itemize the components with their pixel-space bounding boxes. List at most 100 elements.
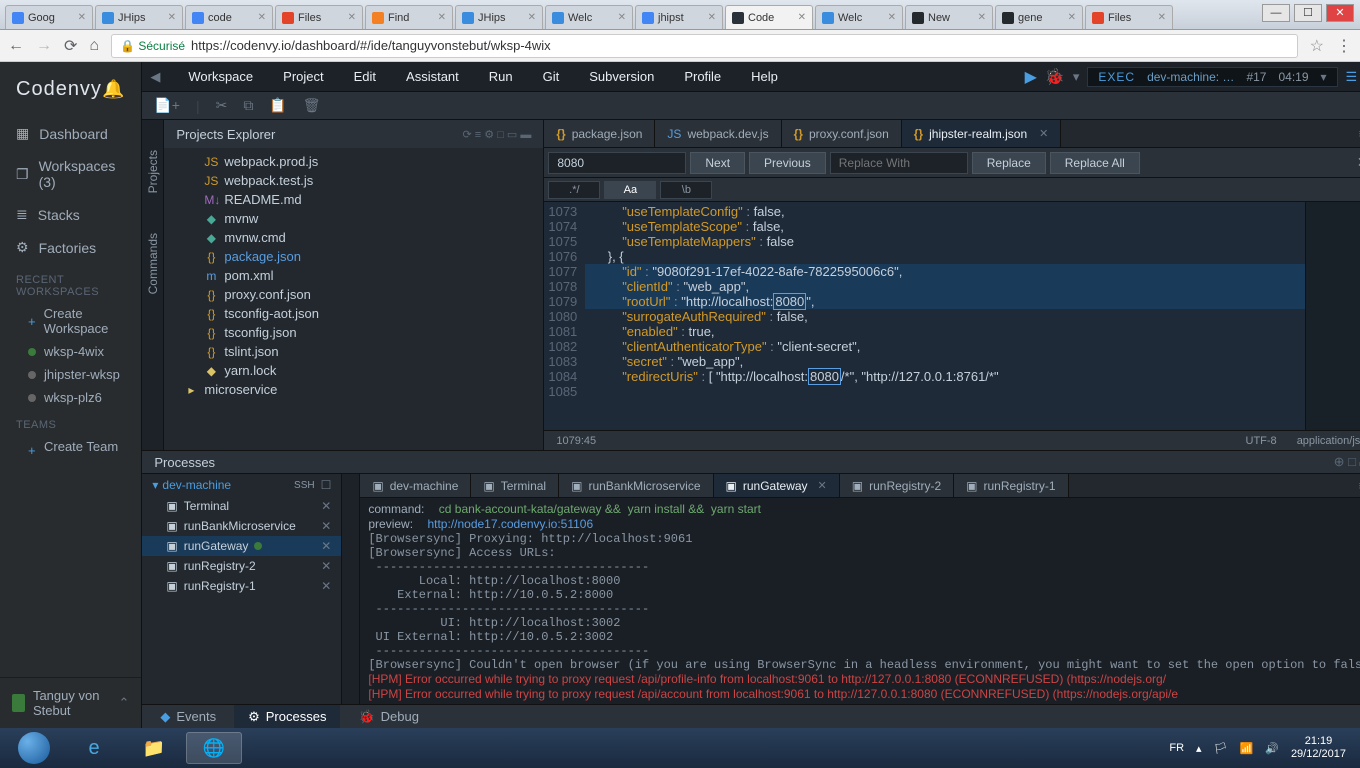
menu-item[interactable]: Workspace <box>188 69 253 84</box>
process-item[interactable]: ▣Terminal✕ <box>142 496 341 516</box>
find-close-icon[interactable]: ✕ <box>1345 154 1360 171</box>
tree-file[interactable]: {}tsconfig.json <box>164 323 543 342</box>
tree-file[interactable]: ◆mvnw.cmd <box>164 228 543 247</box>
menu-item[interactable]: Assistant <box>406 69 459 84</box>
sidebar-item[interactable]: ❐Workspaces (3) <box>0 150 141 198</box>
menu-item[interactable]: Run <box>489 69 513 84</box>
taskbar-ie[interactable]: e <box>66 732 122 764</box>
window-close[interactable]: ✕ <box>1326 4 1354 22</box>
window-minimize[interactable]: ― <box>1262 4 1290 22</box>
editor-tab[interactable]: {}jhipster-realm.json✕ <box>902 120 1062 147</box>
gutter-projects[interactable]: Projects <box>146 150 160 193</box>
browser-tab[interactable]: gene✕ <box>995 5 1083 29</box>
tree-file[interactable]: JSwebpack.prod.js <box>164 152 543 171</box>
user-bar[interactable]: Tanguy von Stebut ⌃ <box>0 677 141 728</box>
nav-reload-icon[interactable]: ⟳ <box>64 36 77 56</box>
tree-folder[interactable]: ▸microservice <box>164 380 543 399</box>
tray-clock[interactable]: 21:1929/12/2017 <box>1291 735 1346 761</box>
tree-file[interactable]: ◆yarn.lock <box>164 361 543 380</box>
sidebar-item[interactable]: ≣Stacks <box>0 198 141 231</box>
window-maximize[interactable]: ☐ <box>1294 4 1322 22</box>
editor-tab-controls[interactable]: ≡ ▾ <box>1351 120 1360 147</box>
find-option[interactable]: \b <box>660 181 712 199</box>
terminal-tab[interactable]: ▣Terminal <box>471 474 559 497</box>
browser-tab[interactable]: Files✕ <box>275 5 363 29</box>
browser-menu-icon[interactable]: ⋮ <box>1336 36 1352 56</box>
terminal-output[interactable]: command: cd bank-account-kata/gateway &&… <box>360 498 1360 704</box>
tree-file[interactable]: JSwebpack.test.js <box>164 171 543 190</box>
recent-workspace[interactable]: jhipster-wksp <box>0 363 141 386</box>
close-icon[interactable]: ✕ <box>321 579 331 593</box>
process-item[interactable]: ▣runGateway✕ <box>142 536 341 556</box>
terminal-tab[interactable]: ▣runGateway✕ <box>714 474 840 497</box>
nav-forward-icon[interactable]: → <box>36 37 52 55</box>
tray-action-icon[interactable]: 🏳 <box>1214 742 1228 755</box>
terminal-tab[interactable]: ▣dev-machine <box>360 474 471 497</box>
run-play-icon[interactable]: ▶ <box>1025 67 1037 87</box>
paste-icon[interactable]: 📋 <box>269 97 286 114</box>
replace-input[interactable] <box>830 152 968 174</box>
copy-icon[interactable]: ⧉ <box>243 97 253 114</box>
taskbar-explorer[interactable]: 📁 <box>126 732 182 764</box>
close-icon[interactable]: ✕ <box>321 539 331 553</box>
nav-back-icon[interactable]: ← <box>8 37 24 55</box>
editor-tab[interactable]: {}proxy.conf.json <box>782 120 902 147</box>
delete-icon[interactable]: 🗑 <box>303 97 321 114</box>
system-tray[interactable]: FR ▴ 🏳 📶 🔊 21:1929/12/2017 <box>1169 735 1354 761</box>
tree-file[interactable]: {}tslint.json <box>164 342 543 361</box>
sidebar-item[interactable]: ⚙Factories <box>0 231 141 264</box>
editor-tab[interactable]: {}package.json <box>544 120 655 147</box>
menu-item[interactable]: Project <box>283 69 323 84</box>
browser-tab[interactable]: JHips✕ <box>455 5 543 29</box>
replace-button[interactable]: Replace <box>972 152 1046 174</box>
close-icon[interactable]: ✕ <box>818 479 827 492</box>
find-prev-button[interactable]: Previous <box>749 152 826 174</box>
tab-processes[interactable]: ⚙Processes <box>234 705 340 728</box>
close-icon[interactable]: ✕ <box>321 519 331 533</box>
taskbar-chrome[interactable]: 🌐 <box>186 732 242 764</box>
browser-tab[interactable]: Find✕ <box>365 5 453 29</box>
recent-workspace[interactable]: wksp-4wix <box>0 340 141 363</box>
explorer-controls[interactable]: ⟳ ≡ ⚙ □ ▭ ▬ <box>463 128 532 141</box>
run-dropdown-icon[interactable]: ▾ <box>1073 69 1080 85</box>
terminal-tab-controls[interactable]: ≡ ▾ <box>1351 474 1360 497</box>
find-option[interactable]: Aa <box>604 181 656 199</box>
browser-tab[interactable]: Code✕ <box>725 5 813 29</box>
gutter-commands[interactable]: Commands <box>146 233 160 294</box>
replace-all-button[interactable]: Replace All <box>1050 152 1140 174</box>
terminal-tab[interactable]: ▣runBankMicroservice <box>559 474 713 497</box>
browser-tab[interactable]: Welc✕ <box>545 5 633 29</box>
start-button[interactable] <box>6 732 62 764</box>
minimap[interactable] <box>1305 202 1360 430</box>
process-item[interactable]: ▣runBankMicroservice✕ <box>142 516 341 536</box>
tray-flag-icon[interactable]: ▴ <box>1196 742 1202 755</box>
tree-file[interactable]: {}tsconfig-aot.json <box>164 304 543 323</box>
tray-network-icon[interactable]: 📶 <box>1240 742 1254 755</box>
browser-tab[interactable]: New✕ <box>905 5 993 29</box>
code-area[interactable]: 1073107410751076107710781079108010811082… <box>544 202 1360 430</box>
recent-workspace[interactable]: wksp-plz6 <box>0 386 141 409</box>
menu-item[interactable]: Git <box>543 69 560 84</box>
tree-file[interactable]: {}package.json <box>164 247 543 266</box>
close-icon[interactable]: ✕ <box>321 499 331 513</box>
process-item[interactable]: ▣runRegistry-2✕ <box>142 556 341 576</box>
browser-tab[interactable]: Welc✕ <box>815 5 903 29</box>
browser-tab[interactable]: JHips✕ <box>95 5 183 29</box>
nav-home-icon[interactable]: ⌂ <box>89 37 99 55</box>
process-item[interactable]: ▣runRegistry-1✕ <box>142 576 341 596</box>
terminal-tab[interactable]: ▣runRegistry-2 <box>840 474 954 497</box>
browser-tab[interactable]: Goog✕ <box>5 5 93 29</box>
tray-volume-icon[interactable]: 🔊 <box>1265 742 1279 755</box>
browser-tab[interactable]: code✕ <box>185 5 273 29</box>
terminal-tab[interactable]: ▣runRegistry-1 <box>954 474 1068 497</box>
browser-star-icon[interactable]: ☆ <box>1310 36 1324 56</box>
tree-file[interactable]: M↓README.md <box>164 190 543 209</box>
menu-item[interactable]: Subversion <box>589 69 654 84</box>
tab-debug[interactable]: 🐞Debug <box>344 705 433 728</box>
view-list-icon[interactable]: ☰ <box>1346 69 1358 85</box>
new-file-icon[interactable]: 📄+ <box>154 97 180 114</box>
create-team[interactable]: +Create Team <box>0 435 141 458</box>
process-machine[interactable]: ▾dev-machine SSH ☐ <box>142 474 341 496</box>
menu-item[interactable]: Profile <box>684 69 721 84</box>
find-option[interactable]: .*/ <box>548 181 600 199</box>
